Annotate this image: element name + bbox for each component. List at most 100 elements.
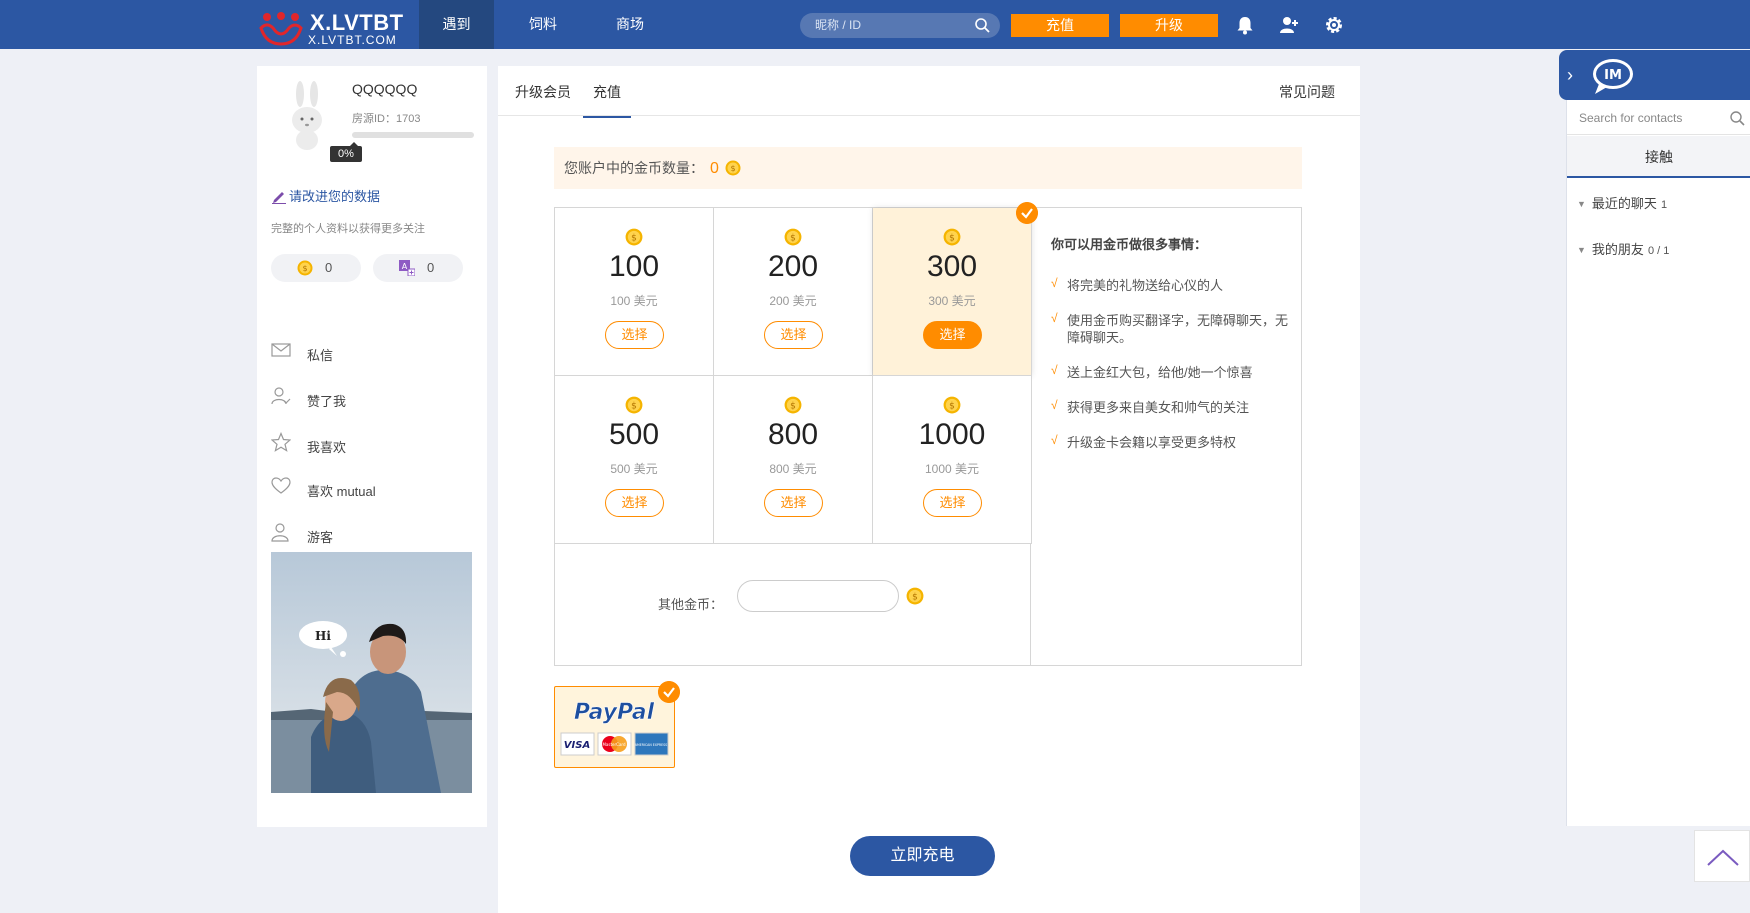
package-price: 1000 美元 bbox=[924, 462, 980, 476]
coin-icon: $ bbox=[297, 260, 313, 276]
brand-domain: X.LVTBT.COM bbox=[308, 33, 397, 47]
tab-bar: 升级会员 充值 常见问题 bbox=[498, 66, 1360, 118]
recharge-now-button[interactable]: 立即充电 bbox=[850, 836, 995, 876]
search-icon[interactable] bbox=[974, 17, 990, 33]
svg-text:$: $ bbox=[631, 401, 637, 411]
other-amount-input[interactable] bbox=[737, 580, 899, 612]
logo-mark-icon bbox=[259, 12, 303, 46]
package-500[interactable]: $ 500 500 美元 选择 bbox=[555, 376, 714, 544]
coin-icon: $ bbox=[906, 587, 924, 605]
select-package-button[interactable]: 选择 bbox=[764, 321, 823, 349]
recent-chats-label: 最近的聊天 bbox=[1591, 196, 1657, 211]
balance-value: 0 bbox=[710, 160, 719, 177]
package-amount: 100 bbox=[608, 250, 660, 283]
tab-upgrade-membership[interactable]: 升级会员 bbox=[515, 82, 571, 102]
package-price: 300 美元 bbox=[928, 294, 976, 308]
svg-text:$: $ bbox=[631, 233, 637, 243]
expand-triangle-icon: ▼ bbox=[1577, 245, 1586, 255]
svg-text:$: $ bbox=[912, 592, 918, 602]
edit-profile-link[interactable]: 请改进您的数据 bbox=[271, 186, 380, 205]
benefit-item: 将完美的礼物送给心仪的人 bbox=[1051, 275, 1291, 294]
nav-encounter[interactable]: 遇到 bbox=[419, 0, 494, 49]
promo-photo[interactable]: Hi bbox=[271, 552, 472, 793]
avatar[interactable] bbox=[281, 80, 333, 152]
credit-balance-pill[interactable]: A 0 bbox=[373, 254, 463, 282]
svg-text:$: $ bbox=[730, 164, 735, 173]
svg-text:$: $ bbox=[790, 401, 796, 411]
add-user-icon[interactable] bbox=[1278, 14, 1300, 36]
other-amount-label: 其他金币： bbox=[658, 597, 724, 612]
nav-feed[interactable]: 饲料 bbox=[512, 0, 574, 49]
recharge-header-button[interactable]: 充值 bbox=[1011, 14, 1109, 37]
coin-icon: $ bbox=[943, 228, 961, 246]
select-package-button[interactable]: 选择 bbox=[605, 321, 664, 349]
recent-chats-group[interactable]: ▼ 最近的聊天 1 bbox=[1577, 193, 1667, 212]
contact-search-input[interactable]: Search for contacts bbox=[1567, 101, 1750, 135]
package-100[interactable]: $ 100 100 美元 选择 bbox=[555, 208, 714, 376]
package-800[interactable]: $ 800 800 美元 选择 bbox=[714, 376, 873, 544]
profile-completion-bar bbox=[352, 132, 474, 138]
menu-i-like[interactable]: 我喜欢 bbox=[271, 432, 471, 456]
faq-link[interactable]: 常见问题 bbox=[1279, 82, 1335, 102]
tab-recharge[interactable]: 充值 bbox=[583, 82, 631, 118]
select-package-button[interactable]: 选择 bbox=[764, 489, 823, 517]
menu-messages[interactable]: 私信 bbox=[271, 340, 471, 364]
selected-checkmark-icon bbox=[1016, 202, 1038, 224]
user-check-icon bbox=[271, 387, 291, 405]
bell-icon[interactable] bbox=[1234, 14, 1256, 36]
profile-name: QQQQQQ bbox=[352, 81, 418, 97]
menu-mutual[interactable]: 喜欢 mutual bbox=[271, 476, 471, 500]
package-amount: 1000 bbox=[918, 418, 986, 451]
menu-visitors-label: 游客 bbox=[307, 530, 334, 545]
coin-icon: $ bbox=[625, 396, 643, 414]
edit-profile-label: 请改进您的数据 bbox=[289, 189, 381, 204]
package-1000[interactable]: $ 1000 1000 美元 选择 bbox=[873, 376, 1032, 544]
menu-i-like-label: 我喜欢 bbox=[307, 440, 347, 455]
search-icon[interactable] bbox=[1729, 110, 1745, 126]
package-price: 800 美元 bbox=[769, 462, 817, 476]
benefit-item: 送上金红大包，给他/她一个惊喜 bbox=[1051, 362, 1291, 381]
coin-balance-pill[interactable]: $ 0 bbox=[271, 254, 361, 282]
svg-text:$: $ bbox=[790, 233, 796, 243]
collapse-chevron-icon[interactable]: › bbox=[1567, 65, 1573, 86]
chevron-up-icon bbox=[1707, 849, 1739, 866]
envelope-icon bbox=[271, 343, 291, 357]
mastercard-label: MasterCard bbox=[602, 742, 625, 747]
paypal-logo: PayPal VISA MasterCard AMERICAN EXPRESS bbox=[560, 700, 669, 756]
top-navigation-bar: X.LVTBT X.LVTBT.COM 遇到 饲料 商场 昵称 / ID 充值 … bbox=[0, 0, 1750, 49]
benefits-list: 你可以用金币做很多事情： 将完美的礼物送给心仪的人 使用金币购买翻译字，无障碍聊… bbox=[1051, 234, 1291, 469]
tab-contacts[interactable]: 接触 bbox=[1567, 136, 1750, 178]
credit-balance-value: 0 bbox=[427, 260, 435, 275]
recent-chats-count: 1 bbox=[1660, 199, 1668, 211]
coin-balance-value: 0 bbox=[325, 260, 333, 275]
visitor-icon bbox=[271, 523, 289, 542]
package-300[interactable]: $ 300 300 美元 选择 bbox=[873, 208, 1032, 376]
svg-text:$: $ bbox=[302, 264, 307, 273]
select-package-button[interactable]: 选择 bbox=[923, 321, 982, 349]
search-input[interactable]: 昵称 / ID bbox=[800, 13, 1000, 38]
svg-text:$: $ bbox=[949, 233, 955, 243]
menu-visitors[interactable]: 游客 bbox=[271, 522, 471, 546]
coin-balance-banner: 您账户中的金币数量： 0 $ bbox=[554, 147, 1302, 189]
package-amount: 300 bbox=[926, 250, 978, 283]
nav-mall[interactable]: 商场 bbox=[600, 0, 660, 49]
menu-messages-label: 私信 bbox=[307, 348, 334, 363]
scroll-to-top-button[interactable] bbox=[1694, 830, 1750, 882]
coin-icon: $ bbox=[943, 396, 961, 414]
menu-liked-me[interactable]: 赞了我 bbox=[271, 386, 471, 410]
settings-gear-icon[interactable] bbox=[1323, 14, 1345, 36]
friends-group[interactable]: ▼ 我的朋友 0 / 1 bbox=[1577, 239, 1669, 258]
im-header[interactable]: › IM bbox=[1559, 50, 1750, 100]
select-package-button[interactable]: 选择 bbox=[605, 489, 664, 517]
selected-checkmark-icon bbox=[658, 681, 680, 703]
im-chat-panel: › IM Search for contacts 接触 ▼ 最近的聊天 1 ▼ 我的朋… bbox=[1559, 50, 1750, 826]
upgrade-header-button[interactable]: 升级 bbox=[1120, 14, 1218, 37]
package-200[interactable]: $ 200 200 美元 选择 bbox=[714, 208, 873, 376]
coin-icon: $ bbox=[784, 396, 802, 414]
payment-method-paypal[interactable]: PayPal VISA MasterCard AMERICAN EXPRESS bbox=[554, 681, 680, 768]
site-logo[interactable]: X.LVTBT X.LVTBT.COM bbox=[258, 6, 408, 47]
select-package-button[interactable]: 选择 bbox=[923, 489, 982, 517]
visa-card-label: VISA bbox=[564, 740, 590, 751]
package-amount: 200 bbox=[767, 250, 819, 283]
profile-completion-percent: 0% bbox=[330, 142, 362, 162]
